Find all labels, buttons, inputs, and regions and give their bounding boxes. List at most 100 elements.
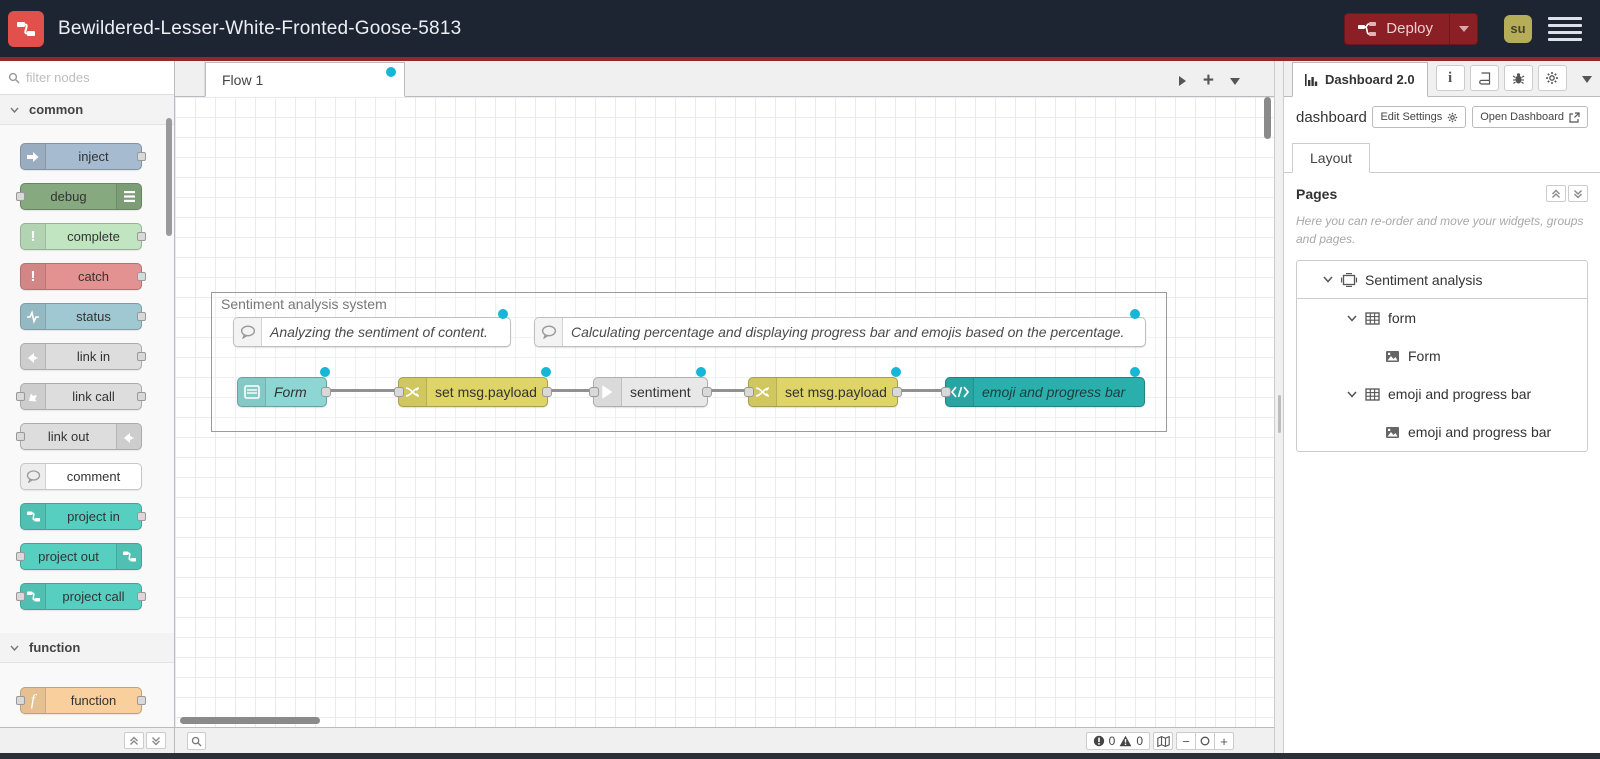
node-template[interactable]: emoji and progress bar <box>941 377 1145 407</box>
chevron-down-icon[interactable] <box>1347 391 1357 398</box>
wire[interactable] <box>327 389 398 392</box>
help-tab-button[interactable] <box>1469 65 1499 91</box>
input-port[interactable] <box>16 432 25 441</box>
comment-node[interactable]: Analyzing the sentiment of content. <box>233 317 511 347</box>
output-port[interactable] <box>137 352 146 361</box>
palette-node-inject[interactable]: inject <box>20 143 146 170</box>
gear-icon <box>1448 112 1458 122</box>
debug-tab-button[interactable] <box>1503 65 1533 91</box>
palette-node-project-call[interactable]: project call <box>16 583 146 610</box>
zoom-out-button[interactable]: − <box>1176 732 1196 750</box>
palette-node-project-in[interactable]: project in <box>20 503 146 530</box>
palette-node-status[interactable]: status <box>20 303 146 330</box>
palette-node-link-in[interactable]: link in <box>20 343 146 370</box>
tab-flow-1[interactable]: Flow 1 <box>205 62 405 97</box>
chevron-down-icon[interactable] <box>1323 276 1333 283</box>
flow-group[interactable]: Sentiment analysis system <box>211 292 1167 432</box>
node-change[interactable]: set msg.payload <box>744 377 902 407</box>
expand-categories-button[interactable] <box>146 732 166 749</box>
palette-node-catch[interactable]: ! catch <box>20 263 146 290</box>
dashboard-subtabs: Layout <box>1284 143 1600 173</box>
input-port[interactable] <box>16 392 25 401</box>
bar-chart-icon <box>1305 73 1318 86</box>
output-port[interactable] <box>892 387 902 397</box>
palette-node-link-out[interactable]: link out <box>16 423 142 450</box>
output-port[interactable] <box>137 696 146 705</box>
tree-item-group[interactable]: emoji and progress bar <box>1297 375 1587 413</box>
output-port[interactable] <box>137 592 146 601</box>
node-sentiment[interactable]: sentiment <box>589 377 712 407</box>
output-port[interactable] <box>137 312 146 321</box>
collapse-categories-button[interactable] <box>124 732 144 749</box>
zoom-reset-button[interactable] <box>1195 732 1215 750</box>
palette-category-function[interactable]: function <box>0 633 174 663</box>
wire[interactable] <box>548 389 593 392</box>
node-form[interactable]: Form <box>237 377 331 407</box>
config-tab-button[interactable] <box>1537 65 1567 91</box>
deploy-button[interactable]: Deploy <box>1344 12 1478 45</box>
zoom-in-button[interactable]: + <box>1214 732 1234 750</box>
input-port[interactable] <box>16 192 25 201</box>
node-change[interactable]: set msg.payload <box>394 377 552 407</box>
palette-node-project-out[interactable]: project out <box>16 543 142 570</box>
info-tab-button[interactable]: i <box>1435 65 1465 91</box>
flow-list-button[interactable] <box>1230 77 1240 85</box>
chevron-down-icon[interactable] <box>1347 315 1357 322</box>
add-flow-button[interactable]: + <box>1203 71 1214 90</box>
warning-icon <box>1119 735 1132 747</box>
input-port[interactable] <box>16 552 25 561</box>
input-port[interactable] <box>394 387 404 397</box>
input-port[interactable] <box>744 387 754 397</box>
tab-dashboard-2[interactable]: Dashboard 2.0 <box>1292 62 1428 97</box>
output-port[interactable] <box>137 152 146 161</box>
tree-item-widget[interactable]: emoji and progress bar <box>1297 413 1587 451</box>
edit-settings-button[interactable]: Edit Settings <box>1372 106 1467 128</box>
input-port[interactable] <box>16 696 25 705</box>
output-port[interactable] <box>137 392 146 401</box>
flow-canvas[interactable]: Sentiment analysis system Analyzing the … <box>175 97 1274 727</box>
palette-filter-input[interactable] <box>26 70 146 85</box>
sidebar-menu-button[interactable] <box>1582 76 1592 83</box>
navigator-toggle-button[interactable] <box>1153 732 1173 750</box>
main-menu-button[interactable] <box>1548 16 1582 41</box>
canvas-horizontal-scrollbar[interactable] <box>180 717 320 724</box>
deploy-options-button[interactable] <box>1449 13 1477 44</box>
notification-counts[interactable]: 0 0 <box>1085 732 1150 750</box>
input-port[interactable] <box>16 592 25 601</box>
wire[interactable] <box>708 389 748 392</box>
collapse-all-button[interactable] <box>1546 185 1566 202</box>
warning-count: 0 <box>1136 734 1143 748</box>
search-flows-button[interactable] <box>187 732 206 750</box>
canvas-vertical-scrollbar[interactable] <box>1264 97 1271 139</box>
splitter-handle[interactable] <box>1278 395 1281 433</box>
palette-search[interactable] <box>0 61 174 95</box>
output-port[interactable] <box>137 232 146 241</box>
sidebar-splitter[interactable] <box>1274 61 1284 753</box>
input-port[interactable] <box>589 387 599 397</box>
palette-category-common[interactable]: common <box>0 95 174 125</box>
output-port[interactable] <box>137 512 146 521</box>
info-icon: i <box>1448 69 1453 86</box>
tree-item-widget[interactable]: Form <box>1297 337 1587 375</box>
avatar[interactable]: su <box>1504 14 1532 43</box>
palette-node-debug[interactable]: debug <box>16 183 142 210</box>
input-port[interactable] <box>941 387 951 397</box>
modified-indicator-dot <box>386 67 396 77</box>
comment-node[interactable]: Calculating percentage and displaying pr… <box>534 317 1146 347</box>
output-port[interactable] <box>321 387 331 397</box>
output-port[interactable] <box>542 387 552 397</box>
tab-layout[interactable]: Layout <box>1292 143 1371 173</box>
palette-node-complete[interactable]: ! complete <box>20 223 146 250</box>
wire[interactable] <box>898 389 945 392</box>
expand-all-button[interactable] <box>1568 185 1588 202</box>
palette-scrollbar[interactable] <box>166 118 172 236</box>
tree-item-page[interactable]: Sentiment analysis <box>1297 261 1587 299</box>
open-dashboard-button[interactable]: Open Dashboard <box>1472 106 1588 128</box>
output-port[interactable] <box>137 272 146 281</box>
palette-node-link-call[interactable]: link call <box>16 383 146 410</box>
tree-item-group[interactable]: form <box>1297 299 1587 337</box>
palette-node-function[interactable]: f function <box>16 687 146 714</box>
palette-node-comment[interactable]: comment <box>20 463 142 490</box>
next-tab-button[interactable] <box>1178 75 1187 87</box>
output-port[interactable] <box>702 387 712 397</box>
